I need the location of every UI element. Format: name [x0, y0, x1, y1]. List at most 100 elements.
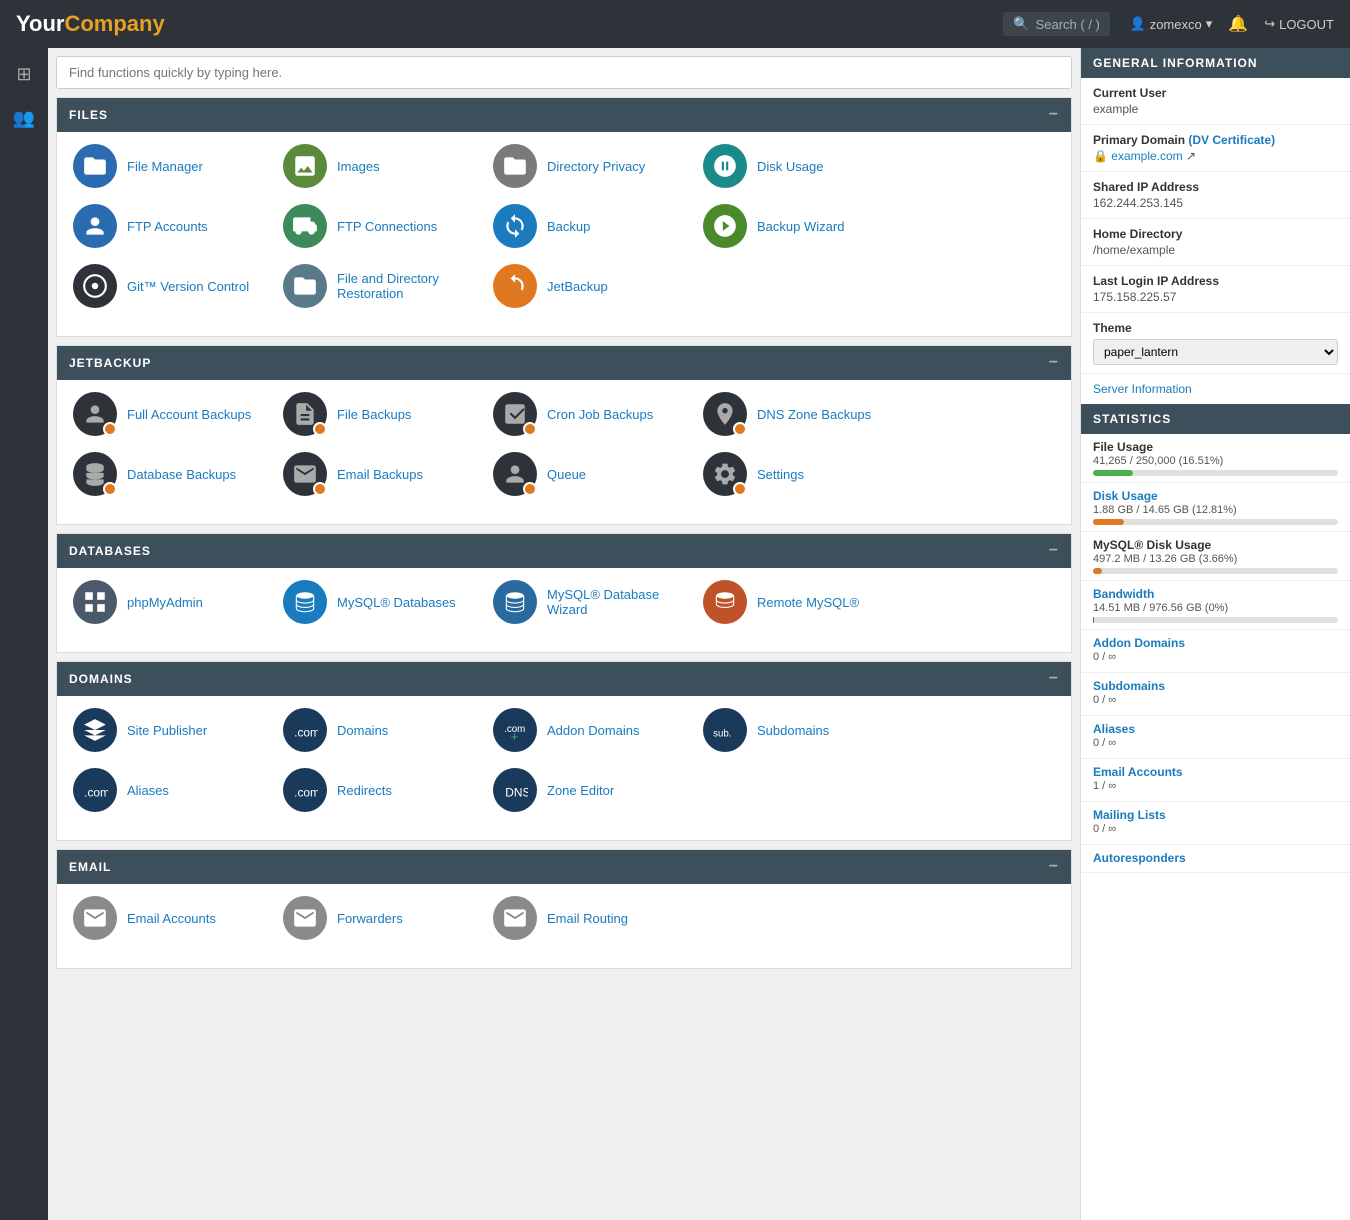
bandwidth-value: 14.51 MB / 976.56 GB (0%)	[1093, 602, 1338, 614]
shared-ip-value: 162.244.253.145	[1093, 196, 1338, 210]
item-ftp-accounts[interactable]: FTP Accounts	[73, 204, 283, 248]
email-accounts-stat-label: Email Accounts	[1093, 765, 1338, 779]
item-forwarders[interactable]: Forwarders	[283, 896, 493, 940]
zone-editor-icon: DNS	[493, 768, 537, 812]
item-git[interactable]: Git™ Version Control	[73, 264, 283, 308]
item-domains[interactable]: .com Domains	[283, 708, 493, 752]
item-backup-wizard[interactable]: Backup Wizard	[703, 204, 913, 248]
notifications-bell[interactable]: 🔔	[1228, 14, 1248, 34]
item-zone-editor[interactable]: DNS Zone Editor	[493, 768, 703, 812]
item-file-dir-restore[interactable]: File and Directory Restoration	[283, 264, 493, 308]
disk-usage-label: Disk Usage	[757, 159, 823, 174]
item-mysql-databases[interactable]: MySQL® Databases	[283, 580, 493, 624]
logout-button[interactable]: ↪ LOGOUT	[1264, 16, 1334, 32]
item-subdomains[interactable]: sub. Subdomains	[703, 708, 913, 752]
email-accounts-stat-link[interactable]: Email Accounts	[1093, 765, 1183, 779]
item-site-publisher[interactable]: Site Publisher	[73, 708, 283, 752]
svg-text:.com: .com	[84, 786, 108, 800]
domains-label: Domains	[337, 723, 388, 738]
ftp-accounts-label: FTP Accounts	[127, 219, 208, 234]
email-routing-label: Email Routing	[547, 911, 628, 926]
email-routing-icon	[493, 896, 537, 940]
aliases-stat-link[interactable]: Aliases	[1093, 722, 1135, 736]
subdomains-stat-link[interactable]: Subdomains	[1093, 679, 1165, 693]
section-domains: DOMAINS − Site Publisher .com Doma	[56, 661, 1072, 841]
item-backup[interactable]: Backup	[493, 204, 703, 248]
disk-usage-label: Disk Usage	[1093, 489, 1338, 503]
item-email-routing[interactable]: Email Routing	[493, 896, 703, 940]
subdomains-stat-value: 0 / ∞	[1093, 694, 1338, 706]
addon-domains-stat-row: Addon Domains 0 / ∞	[1081, 630, 1350, 673]
section-email-label: EMAIL	[69, 860, 111, 874]
section-email-header: EMAIL −	[57, 850, 1071, 884]
section-jetbackup-collapse[interactable]: −	[1049, 354, 1059, 372]
item-dir-privacy[interactable]: Directory Privacy	[493, 144, 703, 188]
item-images[interactable]: Images	[283, 144, 493, 188]
external-link-icon: ↗	[1186, 149, 1196, 163]
shared-ip-row: Shared IP Address 162.244.253.145	[1081, 172, 1350, 219]
caret-icon: ▾	[1206, 16, 1213, 32]
item-ftp-connections[interactable]: FTP Connections	[283, 204, 493, 248]
dv-cert-link[interactable]: (DV Certificate)	[1188, 133, 1275, 147]
subdomains-stat-label: Subdomains	[1093, 679, 1338, 693]
item-disk-usage[interactable]: Disk Usage	[703, 144, 913, 188]
mailing-lists-stat-value: 0 / ∞	[1093, 823, 1338, 835]
item-jetbackup-link[interactable]: JetBackup	[493, 264, 703, 308]
item-remote-mysql[interactable]: Remote MySQL®	[703, 580, 913, 624]
redirects-icon: .com	[283, 768, 327, 812]
bandwidth-link[interactable]: Bandwidth	[1093, 587, 1154, 601]
item-phpmyadmin[interactable]: phpMyAdmin	[73, 580, 283, 624]
autoresponders-stat-link[interactable]: Autoresponders	[1093, 851, 1186, 865]
item-email-accounts[interactable]: Email Accounts	[73, 896, 283, 940]
addon-domains-stat-link[interactable]: Addon Domains	[1093, 636, 1185, 650]
disk-usage-link[interactable]: Disk Usage	[1093, 489, 1158, 503]
theme-select[interactable]: paper_lantern	[1093, 339, 1338, 365]
primary-domain-label: Primary Domain (DV Certificate)	[1093, 133, 1338, 147]
domain-link[interactable]: example.com	[1111, 149, 1182, 163]
global-search-input[interactable]	[56, 56, 1072, 89]
database-backups-icon	[73, 452, 117, 496]
settings-label: Settings	[757, 467, 804, 482]
section-domains-collapse[interactable]: −	[1049, 670, 1059, 688]
user-menu[interactable]: 👤 zomexco ▾	[1130, 16, 1212, 32]
item-redirects[interactable]: .com Redirects	[283, 768, 493, 812]
content-area: FILES − File Manager Images	[48, 48, 1080, 1220]
mysql-databases-icon	[283, 580, 327, 624]
phpmyadmin-icon	[73, 580, 117, 624]
item-settings[interactable]: Settings	[703, 452, 913, 496]
section-databases-collapse[interactable]: −	[1049, 542, 1059, 560]
item-mysql-wizard[interactable]: MySQL® Database Wizard	[493, 580, 703, 624]
theme-label: Theme	[1093, 321, 1338, 335]
mailing-lists-stat-link[interactable]: Mailing Lists	[1093, 808, 1166, 822]
item-database-backups[interactable]: Database Backups	[73, 452, 283, 496]
dns-zone-backups-label: DNS Zone Backups	[757, 407, 871, 422]
section-email-collapse[interactable]: −	[1049, 858, 1059, 876]
item-file-manager[interactable]: File Manager	[73, 144, 283, 188]
item-email-backups[interactable]: Email Backups	[283, 452, 493, 496]
item-aliases[interactable]: .com Aliases	[73, 768, 283, 812]
last-login-value: 175.158.225.57	[1093, 290, 1338, 304]
section-files-collapse[interactable]: −	[1049, 106, 1059, 124]
section-email: EMAIL − Email Accounts Forwarders	[56, 849, 1072, 969]
item-cron-job-backups[interactable]: Cron Job Backups	[493, 392, 703, 436]
general-info-title: GENERAL INFORMATION	[1093, 56, 1258, 70]
jetbackup-link-label: JetBackup	[547, 279, 608, 294]
mysql-disk-value: 497.2 MB / 13.26 GB (3.66%)	[1093, 553, 1338, 565]
current-user-row: Current User example	[1081, 78, 1350, 125]
sidebar-users-icon[interactable]: 👥	[6, 100, 42, 136]
main-area: FILES − File Manager Images	[48, 48, 1350, 1220]
item-queue[interactable]: Queue	[493, 452, 703, 496]
email-backups-label: Email Backups	[337, 467, 423, 482]
item-full-account-backups[interactable]: Full Account Backups	[73, 392, 283, 436]
item-dns-zone-backups[interactable]: DNS Zone Backups	[703, 392, 913, 436]
addon-domains-stat-label: Addon Domains	[1093, 636, 1338, 650]
server-info-link[interactable]: Server Information	[1081, 374, 1350, 404]
item-addon-domains[interactable]: .com+ Addon Domains	[493, 708, 703, 752]
search-bar[interactable]: 🔍 Search ( / )	[1003, 12, 1109, 36]
email-accounts-icon	[73, 896, 117, 940]
item-file-backups[interactable]: File Backups	[283, 392, 493, 436]
disk-usage-value: 1.88 GB / 14.65 GB (12.81%)	[1093, 504, 1338, 516]
email-accounts-label: Email Accounts	[127, 911, 216, 926]
sidebar-grid-icon[interactable]: ⊞	[6, 56, 42, 92]
ftp-connections-icon	[283, 204, 327, 248]
